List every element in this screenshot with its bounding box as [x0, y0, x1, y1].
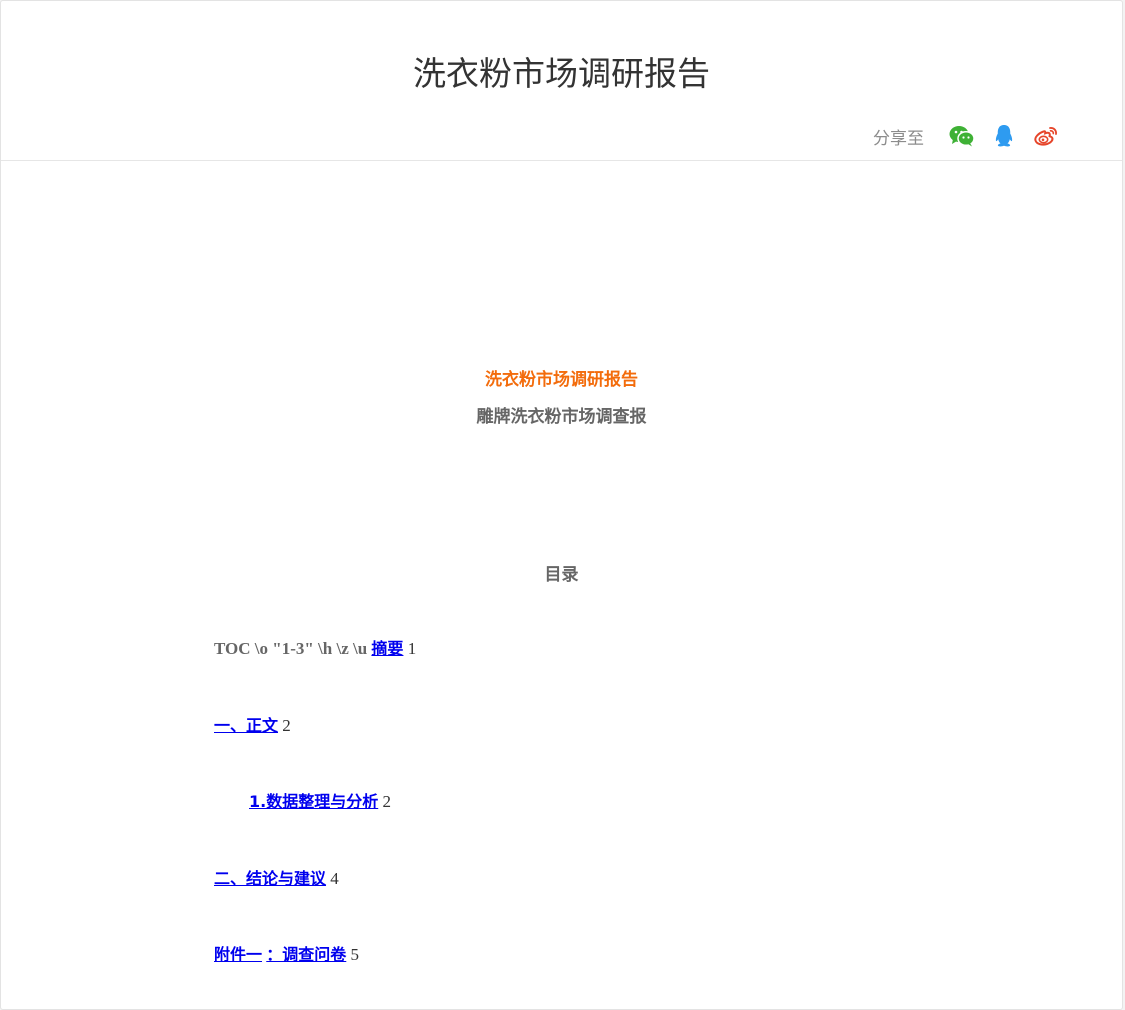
toc-heading: 目录 [544, 565, 579, 585]
document-title: 洗衣粉市场调研报告 [485, 370, 638, 390]
share-wechat-button[interactable] [946, 120, 978, 152]
document-viewer: 洗衣粉市场调研报告 分享至 洗衣粉市场调研报告 雕牌洗衣粉市场调查报 目录 TO… [0, 0, 1123, 1010]
toc-link-appendix[interactable]: 附件一 [214, 945, 262, 964]
toc-link-questionnaire[interactable]: ：调查问卷 [266, 945, 346, 964]
page-title: 洗衣粉市场调研报告 [413, 54, 710, 93]
toc-entry: 附件一 ：调查问卷 5 [214, 941, 359, 965]
toc-link-data-analysis[interactable]: 1.数据整理与分析 [249, 792, 378, 811]
weibo-icon [1034, 127, 1057, 146]
page-header: 洗衣粉市场调研报告 分享至 [1, 1, 1122, 161]
toc-page-number: 2 [382, 792, 391, 811]
toc-link-body[interactable]: 一、正文 [214, 716, 278, 735]
document-subtitle: 雕牌洗衣粉市场调查报 [476, 407, 647, 427]
toc-entry: TOC \o "1-3" \h \z \u 摘要 1 [214, 635, 416, 659]
toc-entry: 一、正文 2 [214, 712, 291, 736]
toc-page-number: 5 [350, 945, 360, 964]
toc-page-number: 2 [282, 716, 291, 735]
share-qq-button[interactable] [988, 120, 1020, 152]
share-bar: 分享至 [873, 120, 1062, 152]
toc-link-abstract[interactable]: 摘要 [371, 639, 403, 658]
toc-page-number: 1 [407, 639, 417, 658]
share-label: 分享至 [873, 128, 924, 149]
toc-field-code: TOC \o "1-3" \h \z \u [214, 639, 368, 658]
share-weibo-button[interactable] [1030, 120, 1062, 152]
qq-icon [995, 125, 1013, 147]
wechat-icon [949, 126, 975, 147]
toc-page-number: 4 [330, 869, 339, 888]
toc-entry: 二、结论与建议 4 [214, 865, 339, 889]
toc-entry: 1.数据整理与分析 2 [249, 788, 391, 812]
toc-link-conclusion[interactable]: 二、结论与建议 [214, 869, 326, 888]
